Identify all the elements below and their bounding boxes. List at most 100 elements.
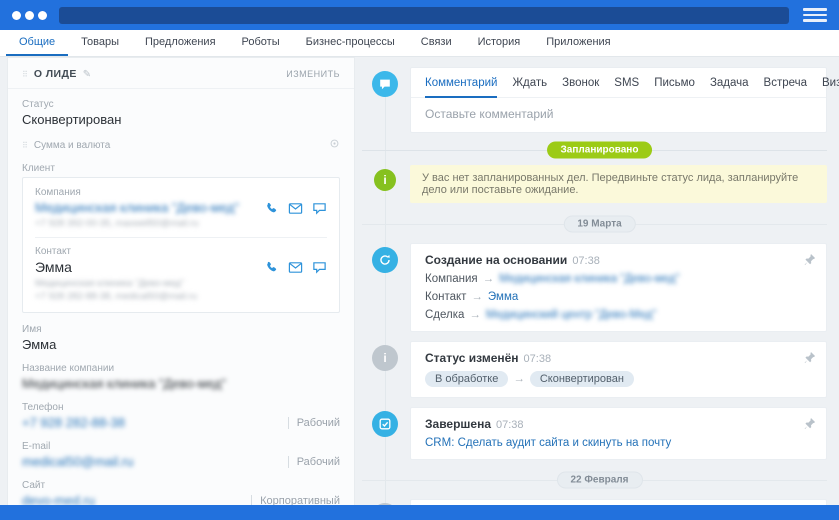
activity-tab-email[interactable]: Письмо [654, 77, 695, 89]
status-change-row: В обработке→Сконвертирован [425, 371, 796, 387]
address-bar[interactable] [59, 7, 789, 24]
planned-badge: Запланировано [547, 142, 653, 159]
name-field-label: Имя [22, 324, 340, 335]
activity-tab-sms[interactable]: SMS [614, 77, 639, 89]
status-field-value: Сконвертирован [22, 112, 340, 127]
name-field-value: Эмма [22, 337, 340, 352]
activity-composer: Комментарий Ждать Звонок SMS Письмо Зада… [410, 67, 827, 133]
lead-details-panel: ⠿ О ЛИДЕ ✎ Изменить Статус Сконвертирова… [7, 57, 355, 505]
activity-tab-task[interactable]: Задача [710, 77, 749, 89]
site-field-label: Сайт [22, 480, 340, 491]
contact-link[interactable]: Эмма [488, 291, 518, 303]
pin-icon[interactable] [803, 253, 816, 271]
amount-field-label: Сумма и валюта [34, 140, 110, 151]
timeline-panel: Комментарий Ждать Звонок SMS Письмо Зада… [362, 57, 839, 505]
drag-handle-icon[interactable]: ⠿ [22, 141, 28, 150]
tab-history[interactable]: История [465, 30, 534, 56]
info-icon: i [372, 345, 398, 371]
timeline-entry: Статус изменён07:38 В обработке→Сконверт… [410, 341, 827, 398]
activity-tab-call[interactable]: Звонок [562, 77, 599, 89]
sync-icon [372, 247, 398, 273]
email-field-value[interactable]: medical50@mail.ru [22, 454, 133, 469]
phone-type-tag: Рабочий [288, 417, 340, 429]
date-divider: 22 Февраля [372, 469, 827, 491]
entry-title: Статус изменён07:38 [425, 351, 796, 365]
entry-time: 07:38 [524, 353, 552, 365]
comment-input[interactable]: Оставьте комментарий [411, 98, 826, 132]
tab-robots[interactable]: Роботы [229, 30, 293, 56]
tab-general[interactable]: Общие [6, 30, 68, 56]
tab-business-processes[interactable]: Бизнес-процессы [293, 30, 408, 56]
window-dot [38, 11, 47, 20]
status-field-label: Статус [22, 99, 340, 110]
phone-icon[interactable] [264, 260, 279, 275]
contact-company: Медицинская клиника "Дево-мед" [35, 278, 327, 289]
no-planned-notice: У вас нет запланированных дел. Передвинь… [410, 165, 827, 203]
info-icon: i [372, 503, 398, 505]
task-link[interactable]: CRM: Сделать аудит сайта и скинуть на по… [425, 437, 671, 449]
site-field-value[interactable]: devo-med.ru [22, 493, 95, 505]
activity-tab-visit[interactable]: Визит [822, 77, 839, 89]
company-label: Компания [35, 187, 327, 198]
contact-contacts: +7 928 282-88-38, medical50@mail.ru [35, 291, 327, 302]
activity-tab-meeting[interactable]: Встреча [764, 77, 807, 89]
deal-link[interactable]: Медицинский центр "Дево-Мед" [486, 309, 656, 321]
task-done-icon [372, 411, 398, 437]
chat-icon[interactable] [312, 260, 327, 275]
tab-relations[interactable]: Связи [408, 30, 465, 56]
phone-icon[interactable] [264, 201, 279, 216]
info-icon: i [374, 169, 396, 191]
email-icon[interactable] [288, 201, 303, 216]
pin-icon[interactable] [803, 417, 816, 435]
company-name-field-label: Название компании [22, 363, 340, 374]
chat-icon[interactable] [312, 201, 327, 216]
window-dot [12, 11, 21, 20]
client-group-label: Клиент [22, 163, 340, 174]
timeline-entry: Создание на основании07:38 Компания→Меди… [410, 243, 827, 332]
crm-nav-tabs: Общие Товары Предложения Роботы Бизнес-п… [0, 30, 839, 57]
tab-apps[interactable]: Приложения [533, 30, 623, 56]
date-divider: 19 Марта [372, 213, 827, 235]
entry-title: Создание на основании07:38 [425, 253, 796, 267]
entry-row: Сделка→Медицинский центр "Дево-Мед" [425, 309, 796, 321]
entry-title: Завершена07:38 [425, 417, 796, 431]
email-icon[interactable] [288, 260, 303, 275]
edit-about-link[interactable]: Изменить [286, 69, 340, 79]
contact-label: Контакт [35, 246, 327, 257]
phone-field-value[interactable]: +7 928 282-88-38 [22, 415, 125, 430]
tab-quotes[interactable]: Предложения [132, 30, 229, 56]
pin-icon[interactable] [803, 351, 816, 369]
timeline-entry: Завершена07:38 CRM: Сделать аудит сайта … [410, 407, 827, 460]
section-title-about-lead: О ЛИДЕ [34, 68, 77, 80]
email-type-tag: Рабочий [288, 456, 340, 468]
gear-icon[interactable] [329, 138, 340, 152]
hamburger-menu-icon[interactable] [803, 8, 827, 22]
date-label: 22 Февраля [556, 472, 642, 489]
company-link[interactable]: Медицинская клиника "Дево-мед" [499, 273, 679, 285]
browser-topbar [0, 0, 839, 30]
date-label: 19 Марта [563, 216, 635, 233]
edit-pencil-icon[interactable]: ✎ [83, 69, 91, 80]
entry-time: 07:38 [496, 419, 524, 431]
tab-products[interactable]: Товары [68, 30, 132, 56]
company-name-field-value: Медицинская клиника "Дево-мед" [22, 376, 340, 391]
comment-bubble-icon [372, 71, 398, 97]
entry-row: Контакт→Эмма [425, 291, 796, 303]
drag-handle-icon[interactable]: ⠿ [22, 70, 28, 79]
status-badge-to: Сконвертирован [530, 371, 634, 387]
company-contacts: +7 928 392-00-35, maxwell50@mail.ru [35, 218, 327, 229]
entry-row: Компания→Медицинская клиника "Дево-мед" [425, 273, 796, 285]
activity-tab-comment[interactable]: Комментарий [425, 77, 497, 89]
window-control-dots [12, 11, 47, 20]
site-type-tag: Корпоративный [251, 495, 340, 506]
window-dot [25, 11, 34, 20]
footer-bar [0, 505, 839, 520]
entry-time: 07:38 [572, 255, 600, 267]
client-card: Компания Медицинская клиника "Дево-мед" … [22, 177, 340, 313]
status-badge-from: В обработке [425, 371, 508, 387]
timeline-entry: Статус изменён16:26 Уточнение информации… [410, 499, 827, 505]
phone-field-label: Телефон [22, 402, 340, 413]
activity-tab-wait[interactable]: Ждать [512, 77, 547, 89]
planned-divider: Запланировано [372, 137, 827, 163]
email-field-label: E-mail [22, 441, 340, 452]
